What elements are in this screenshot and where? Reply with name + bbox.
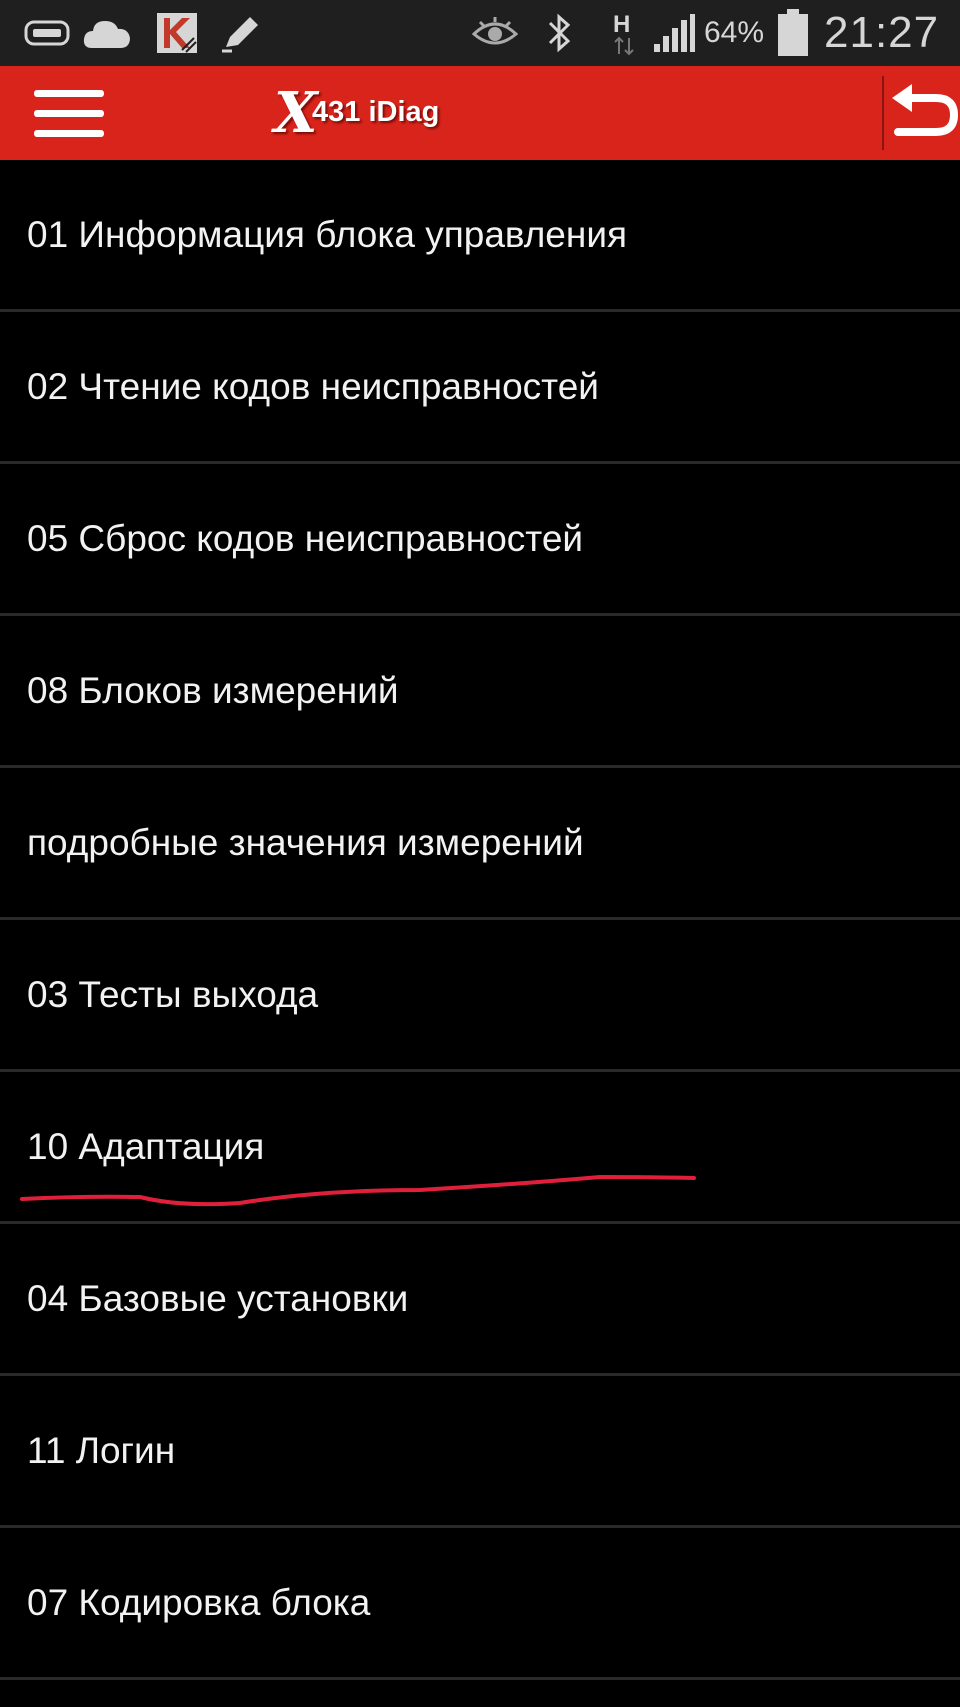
signal-icon — [652, 0, 696, 66]
list-item[interactable]: подробные значения измерений — [0, 768, 960, 920]
list-item-label: 02 Чтение кодов неисправностей — [27, 365, 599, 407]
list-item-label: 07 Кодировка блока — [27, 1581, 371, 1623]
list-item-label: 03 Тесты выхода — [27, 973, 319, 1015]
bluetooth-icon — [546, 0, 574, 66]
clock: 21:27 — [824, 8, 940, 57]
kaspersky-icon — [156, 0, 198, 66]
status-bar: H 64% 21:27 — [0, 0, 960, 66]
list-item[interactable]: 04 Базовые установки — [0, 1224, 960, 1376]
diagnostic-function-list: 01 Информация блока управления 02 Чтение… — [0, 160, 960, 1680]
battery-percent: 64% — [704, 16, 765, 49]
list-item-label: подробные значения измерений — [27, 821, 584, 863]
app-header: X 431 iDiag — [0, 66, 960, 160]
list-item[interactable]: 02 Чтение кодов неисправностей — [0, 312, 960, 464]
list-item-label: 11 Логин — [27, 1429, 176, 1471]
logo-x: X — [274, 80, 318, 146]
list-item[interactable]: 07 Кодировка блока — [0, 1528, 960, 1680]
hamburger-menu-button[interactable] — [30, 84, 108, 142]
eye-icon — [472, 0, 518, 66]
tablet-icon — [24, 0, 70, 66]
list-item[interactable]: 10 Адаптация — [0, 1072, 960, 1224]
pencil-icon — [220, 0, 264, 66]
list-item-label: 10 Адаптация — [27, 1125, 265, 1167]
list-item-label: 08 Блоков измерений — [27, 669, 399, 711]
svg-text:H: H — [613, 11, 630, 38]
app-logo: X 431 iDiag — [254, 74, 474, 154]
list-item[interactable]: 01 Информация блока управления — [0, 160, 960, 312]
battery-icon — [776, 0, 810, 66]
logo-text: 431 iDiag — [312, 96, 440, 128]
list-item[interactable]: 03 Тесты выхода — [0, 920, 960, 1072]
network-h-icon: H — [610, 0, 640, 66]
header-divider — [882, 76, 884, 150]
cloud-icon — [82, 0, 132, 66]
list-item-label: 04 Базовые установки — [27, 1277, 409, 1319]
back-button[interactable] — [886, 80, 960, 146]
list-item[interactable]: 11 Логин — [0, 1376, 960, 1528]
list-item[interactable]: 08 Блоков измерений — [0, 616, 960, 768]
list-item-label: 05 Сброс кодов неисправностей — [27, 517, 584, 559]
back-arrow-icon — [892, 84, 959, 136]
list-item-label: 01 Информация блока управления — [27, 213, 628, 255]
list-item[interactable]: 05 Сброс кодов неисправностей — [0, 464, 960, 616]
hamburger-icon — [34, 90, 104, 97]
